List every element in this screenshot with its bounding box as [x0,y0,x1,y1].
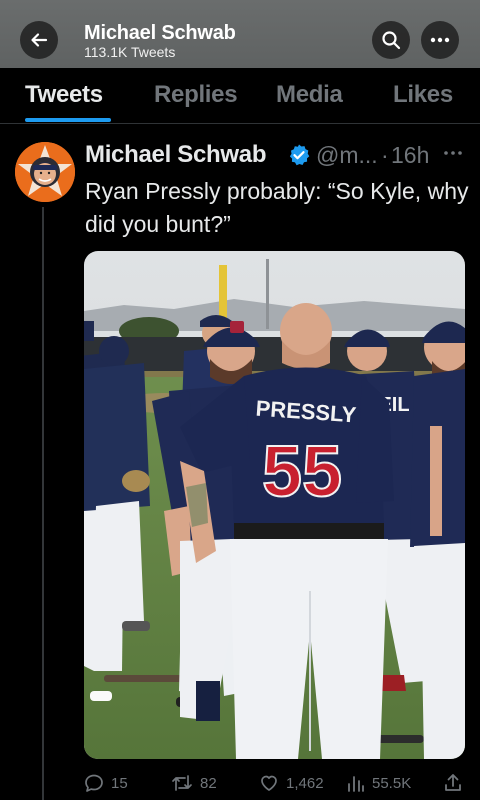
like-button[interactable]: 1,462 [259,772,324,794]
tab-media[interactable]: Media [276,81,343,109]
tweet-timestamp[interactable]: 16h [391,142,429,169]
thread-line [42,207,44,800]
tweet-author-name[interactable]: Michael Schwab [85,141,267,169]
tweet-author-handle[interactable]: @m... [316,142,378,169]
active-tab-indicator [25,118,111,122]
back-button[interactable] [20,21,58,59]
views-count: 55.5K [372,774,412,792]
separator-dot: · [381,142,389,168]
photo-jersey-number: 55 [262,432,342,512]
arrow-left-icon [31,33,48,47]
more-options-button[interactable] [421,21,459,59]
views-button[interactable]: 55.5K [347,772,411,794]
tab-tweets[interactable]: Tweets [25,81,103,109]
retweet-icon [172,775,192,791]
profile-name: Michael Schwab [84,22,236,44]
reply-icon [85,774,103,792]
retweet-button[interactable]: 82 [171,772,217,794]
avatar[interactable] [15,142,75,202]
search-icon [382,31,401,50]
search-button[interactable] [372,21,410,59]
heart-icon [261,775,277,791]
verified-badge-icon [289,144,310,166]
reply-count: 15 [111,774,128,792]
like-count: 1,462 [286,774,324,792]
tab-replies[interactable]: Replies [154,81,238,109]
tweet-text: Ryan Pressly probably: “So Kyle, why did… [85,178,469,237]
profile-header: Michael Schwab 113.1K Tweets [0,0,480,68]
more-horizontal-icon [430,37,450,43]
share-button[interactable] [443,772,463,794]
tab-likes[interactable]: Likes [393,81,453,109]
tweet-photo[interactable]: NEIL PRESSLY 55 [84,251,465,759]
tweet-more-icon[interactable] [443,145,463,161]
profile-tabs: Tweets Replies Media Likes [0,68,480,124]
retweet-count: 82 [200,774,217,792]
reply-button[interactable]: 15 [84,772,128,794]
share-icon [445,774,461,791]
tweet-count: 113.1K Tweets [84,44,176,60]
views-chart-icon [348,776,364,792]
